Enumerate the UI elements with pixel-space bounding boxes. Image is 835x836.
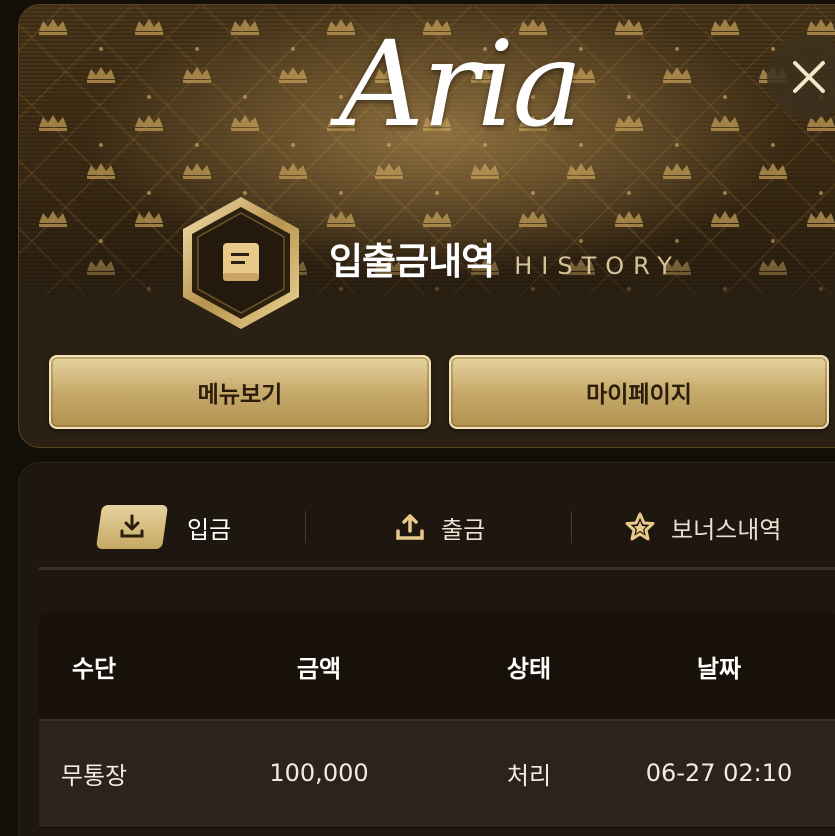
crown-motif [135,19,163,35]
crown-motif [375,163,403,179]
tab-withdraw[interactable]: 출금 [395,497,485,557]
crown-motif [279,67,307,83]
crown-motif [615,115,643,131]
sparkle-dot [291,47,295,51]
sparkle-dot [771,47,775,51]
sparkle-dot [723,95,727,99]
crown-motif [759,163,787,179]
crown-motif [711,19,739,35]
crown-motif [567,163,595,179]
sparkle-dot [99,47,103,51]
sparkle-dot [819,191,823,195]
download-icon [120,514,144,538]
tab-withdraw-label: 출금 [441,515,486,544]
sparkle-dot [723,191,727,195]
crown-motif [231,19,259,35]
history-header-card: Aria 입출금내역 HISTORY 메뉴보기 마이페이지 [18,4,835,448]
title-english: HISTORY [514,252,681,280]
cell-amount: 100,000 [269,759,369,787]
cell-date: 06-27 02:10 [645,759,793,787]
table-row[interactable]: 무통장 100,000 처리 06-27 02:10 [39,721,835,826]
sparkle-dot [195,143,199,147]
page-title: 입출금내역 HISTORY [329,231,681,285]
crown-motif [615,211,643,227]
book-icon [223,243,259,281]
history-table: 수단 금액 상태 날짜 무통장 100,000 처리 06-27 02:10 [39,613,835,826]
sparkle-dot [291,143,295,147]
crown-motif [663,67,691,83]
page: Aria 입출금내역 HISTORY 메뉴보기 마이페이지 입금 출금 보너스내… [0,0,835,836]
crown-motif [135,211,163,227]
crown-motif [615,19,643,35]
sparkle-dot [675,47,679,51]
crown-motif [807,211,835,227]
crown-motif [183,163,211,179]
sparkle-dot [771,143,775,147]
menu-button[interactable]: 메뉴보기 [49,355,431,429]
sparkle-dot [531,191,535,195]
crown-motif [327,211,355,227]
sparkle-dot [339,191,343,195]
crown-motif [471,163,499,179]
crown-motif [39,211,67,227]
sparkle-dot [675,143,679,147]
cell-status: 처리 [506,761,552,790]
tab-bonus-label: 보너스내역 [671,515,782,544]
sparkle-dot [435,191,439,195]
crown-motif [423,211,451,227]
tab-divider [305,511,306,543]
history-tabs: 입금 출금 보너스내역 [39,497,835,557]
crown-motif [231,115,259,131]
crown-motif [39,115,67,131]
history-badge [183,197,299,329]
column-header-amount: 금액 [296,654,342,683]
sparkle-dot [99,143,103,147]
crown-motif [87,163,115,179]
sparkle-dot [627,95,631,99]
crown-motif [279,163,307,179]
crown-motif [39,19,67,35]
column-header-method: 수단 [71,654,117,683]
crown-motif [519,211,547,227]
crown-motif [135,115,163,131]
tab-bonus[interactable]: 보너스내역 [625,497,781,557]
cell-method: 무통장 [60,761,128,790]
tab-divider [571,511,572,543]
header-button-row: 메뉴보기 마이페이지 [49,355,835,429]
star-icon [625,512,655,541]
table-header-row: 수단 금액 상태 날짜 [39,613,835,721]
tab-deposit-label: 입금 [187,515,232,544]
crown-motif [711,115,739,131]
crown-motif [87,67,115,83]
sparkle-dot [195,47,199,51]
title-korean: 입출금내역 [329,240,495,283]
history-content-card: 입금 출금 보너스내역 수단 금액 상태 날짜 무통장 100,000 처리 0… [18,462,835,836]
close-icon [793,61,825,93]
crown-motif [663,163,691,179]
upload-icon [396,514,424,540]
crown-motif [183,67,211,83]
sparkle-dot [243,95,247,99]
column-header-status: 상태 [506,654,552,683]
sparkle-dot [147,191,151,195]
crown-motif [711,211,739,227]
mypage-button[interactable]: 마이페이지 [449,355,829,429]
crown-motif [807,19,835,35]
download-icon-chip [95,505,169,549]
tab-deposit[interactable]: 입금 [95,497,232,557]
sparkle-dot [627,191,631,195]
sparkle-dot [147,95,151,99]
tab-underline [39,567,835,570]
aria-logo: Aria [339,15,583,153]
column-header-date: 날짜 [696,654,742,683]
